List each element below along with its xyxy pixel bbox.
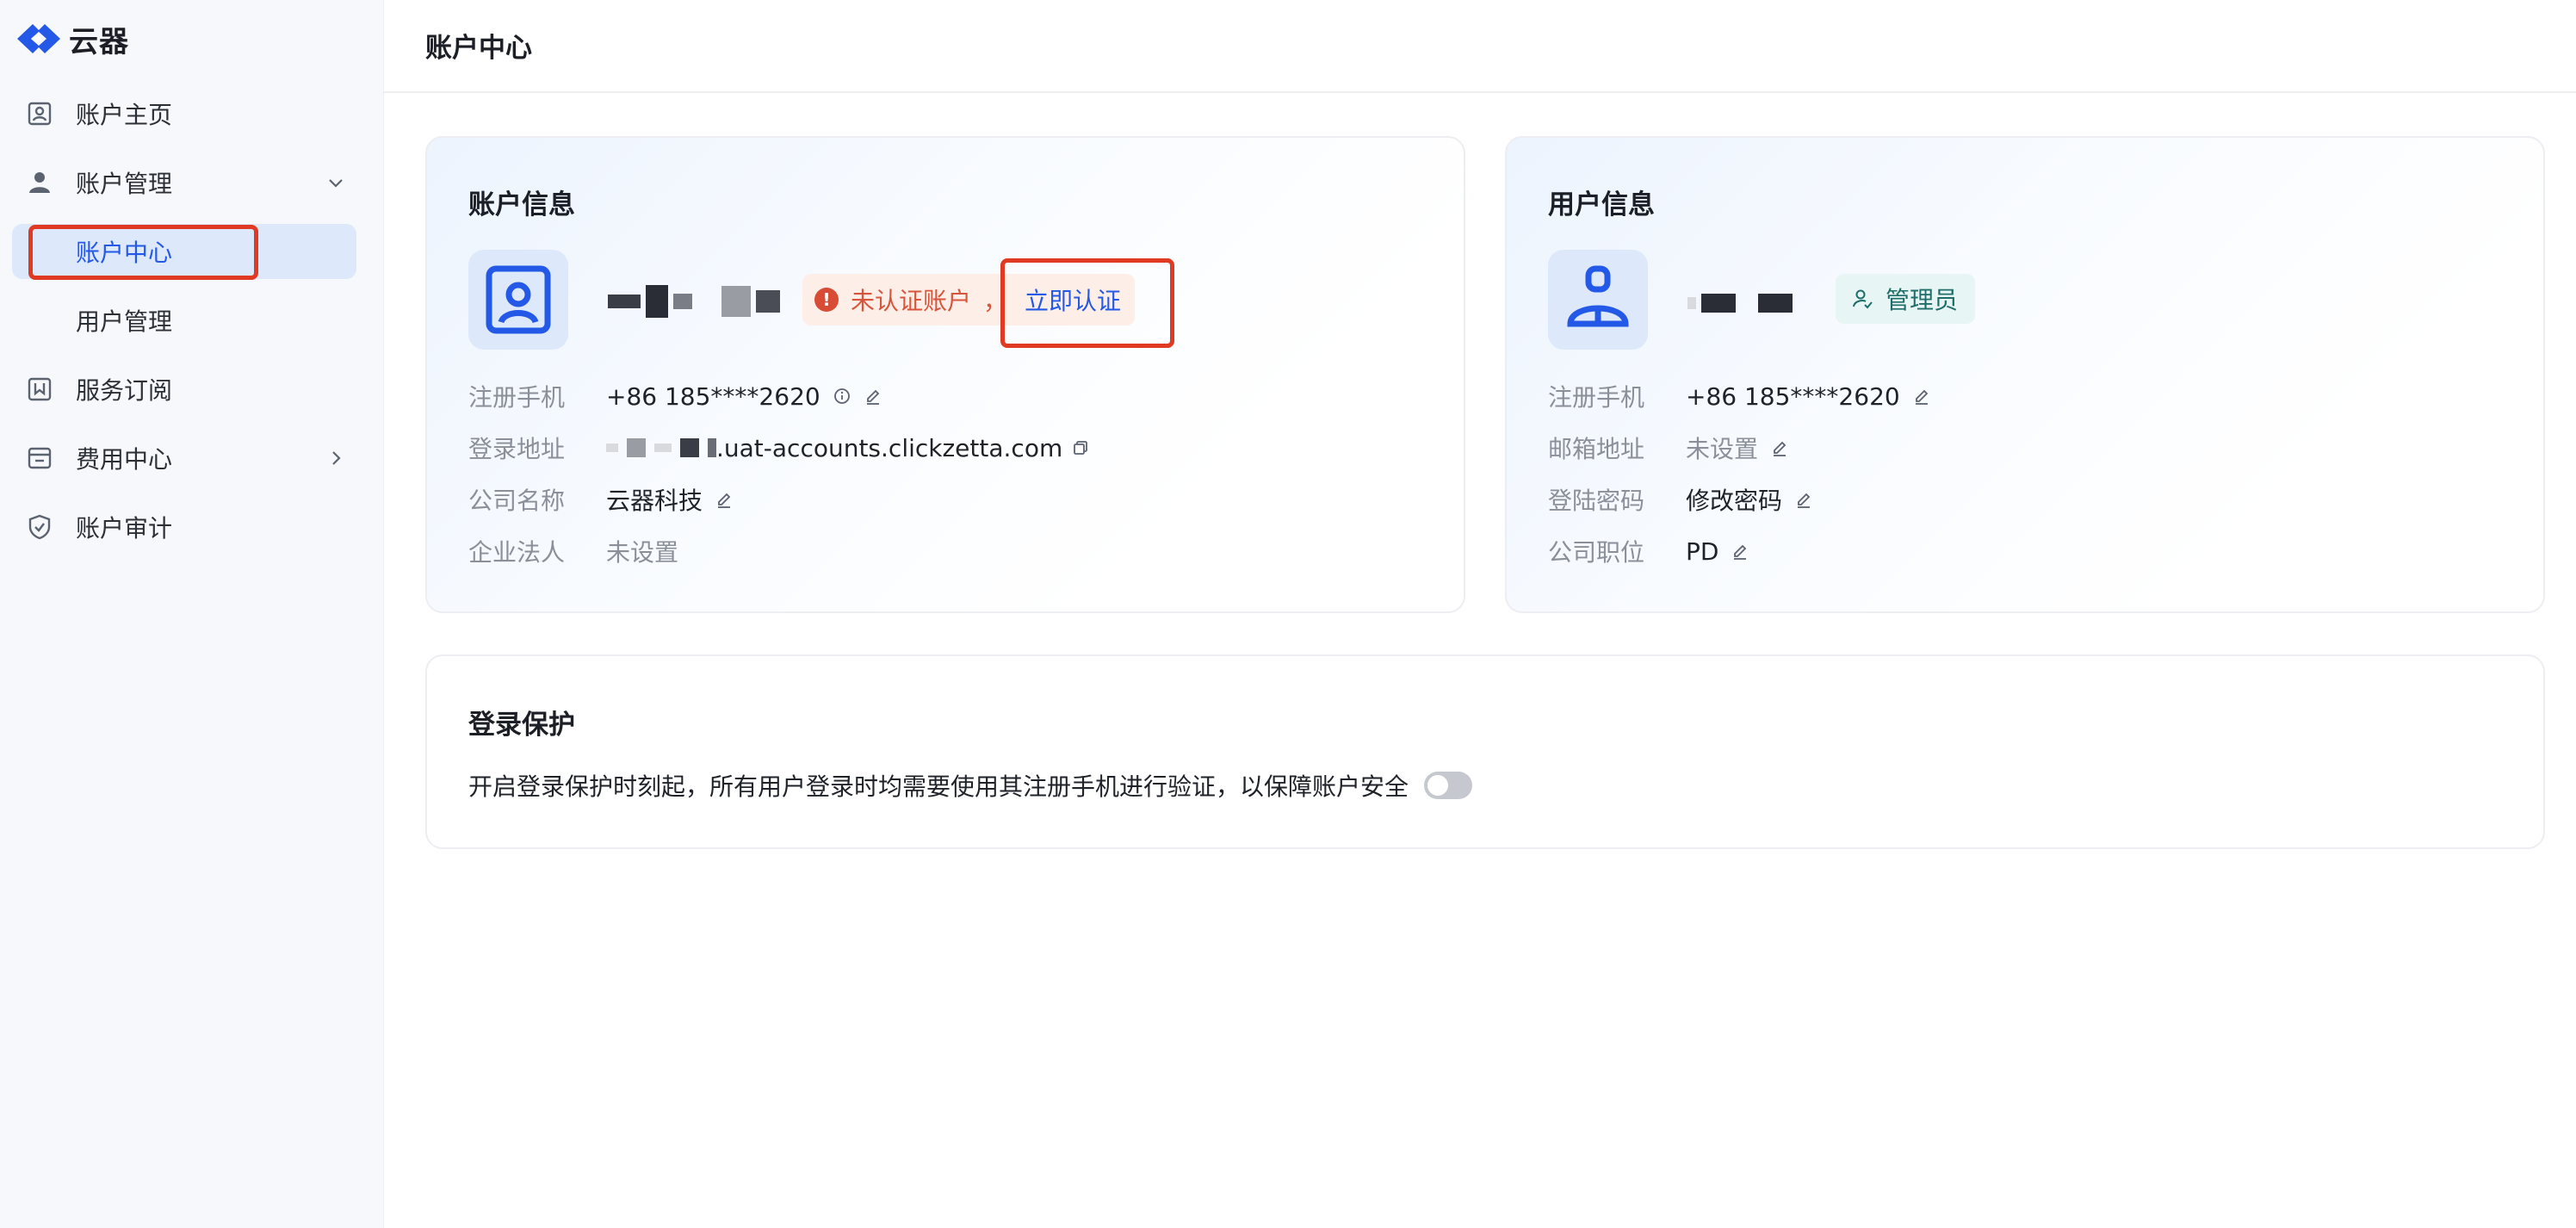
- sidebar-item-account-audit[interactable]: 账户审计: [0, 499, 384, 555]
- sidebar-item-account-management[interactable]: 账户管理: [0, 155, 384, 210]
- bookmark-card-icon: [28, 377, 52, 401]
- account-info-card: 账户信息 ! 未认证账户 ， 立即认证 注册手机 +86 185****2620…: [425, 136, 1465, 613]
- info-row-company-name: 公司名称 云器科技: [468, 482, 734, 517]
- edit-icon[interactable]: [1770, 438, 1789, 457]
- sidebar-item-account-home[interactable]: 账户主页: [0, 86, 384, 141]
- verify-now-link[interactable]: 立即认证: [1025, 282, 1121, 317]
- id-card-icon: [28, 102, 52, 126]
- sidebar-item-label: 账户主页: [76, 101, 173, 129]
- sidebar-nav: 账户主页 账户管理 账户中心 用户管理 服务订阅 费用中心 账户审计: [0, 86, 384, 568]
- unverified-label: 未认证账户: [851, 287, 972, 315]
- sidebar-item-label: 账户审计: [76, 514, 173, 543]
- info-value: +86 185****2620: [1686, 381, 1900, 411]
- address-redacted: [606, 438, 716, 457]
- warning-icon: !: [814, 288, 839, 312]
- info-value: +86 185****2620: [606, 381, 820, 411]
- info-label: 登录地址: [468, 435, 566, 463]
- info-row-position: 公司职位 PD: [1548, 534, 1749, 568]
- info-value: 未设置: [1686, 435, 1759, 463]
- chevron-down-icon: [329, 179, 343, 188]
- top-bar: 账户中心: [384, 0, 2576, 93]
- info-label: 登陆密码: [1548, 487, 1645, 515]
- info-label: 企业法人: [468, 538, 566, 567]
- separator: ，: [983, 287, 1008, 315]
- edit-icon[interactable]: [864, 387, 882, 406]
- account-info-title: 账户信息: [468, 189, 575, 220]
- change-password-link[interactable]: 修改密码: [1686, 482, 1782, 517]
- edit-icon[interactable]: [715, 490, 734, 509]
- info-row-phone: 注册手机 +86 185****2620: [468, 379, 882, 413]
- role-label: 管理员: [1886, 286, 1959, 314]
- info-value: 云器科技: [606, 487, 703, 515]
- user-name-redacted: [1687, 286, 1793, 320]
- edit-icon[interactable]: [1731, 542, 1749, 561]
- info-row-password: 登陆密码 修改密码: [1548, 482, 1813, 517]
- user-check-icon: [1853, 289, 1873, 309]
- shield-check-icon: [28, 514, 51, 540]
- info-row-email: 邮箱地址 未设置: [1548, 431, 1789, 465]
- login-protection-title: 登录保护: [468, 710, 575, 741]
- info-value: .uat-accounts.clickzetta.com: [716, 433, 1063, 462]
- account-id-icon: [486, 265, 551, 334]
- login-protection-toggle[interactable]: [1424, 772, 1473, 799]
- info-row-phone: 注册手机 +86 185****2620: [1548, 379, 1931, 413]
- copy-icon[interactable]: [1071, 438, 1090, 457]
- page-title: 账户中心: [425, 33, 532, 64]
- info-label: 邮箱地址: [1548, 435, 1645, 463]
- user-avatar-icon: [1567, 265, 1629, 327]
- account-avatar: [468, 250, 568, 350]
- sidebar: 云器 账户主页 账户管理 账户中心 用户管理 服务订阅 费用中心 账户审计: [0, 0, 384, 1228]
- info-row-login-address: 登录地址 .uat-accounts.clickzetta.com: [468, 431, 1090, 465]
- info-value: 未设置: [606, 538, 679, 567]
- user-avatar: [1548, 250, 1648, 350]
- user-info-title: 用户信息: [1548, 189, 1655, 220]
- info-row-legal-person: 企业法人 未设置: [468, 534, 678, 568]
- info-value: PD: [1686, 536, 1719, 566]
- sidebar-item-account-center[interactable]: 账户中心: [12, 224, 356, 279]
- info-icon[interactable]: [833, 387, 851, 406]
- info-label: 注册手机: [1548, 383, 1645, 412]
- account-name-redacted: [608, 284, 780, 319]
- sidebar-item-label: 服务订阅: [76, 376, 173, 405]
- info-label: 公司职位: [1548, 538, 1645, 567]
- brand-name: 云器: [69, 24, 129, 59]
- chevron-right-icon: [332, 451, 341, 465]
- verification-status-badge: ! 未认证账户 ， 立即认证: [802, 274, 1136, 326]
- user-info-card: 用户信息 管理员 注册手机 +86 185****2620 邮箱地址 未设置 登…: [1505, 136, 2545, 613]
- login-protection-description: 开启登录保护时刻起，所有用户登录时均需要使用其注册手机进行验证，以保障账户安全: [468, 772, 1409, 801]
- user-icon: [29, 172, 50, 193]
- sidebar-item-billing-center[interactable]: 费用中心: [0, 431, 384, 486]
- login-protection-card: 登录保护 开启登录保护时刻起，所有用户登录时均需要使用其注册手机进行验证，以保障…: [425, 654, 2545, 849]
- role-badge: 管理员: [1836, 274, 1976, 324]
- info-label: 注册手机: [468, 383, 566, 412]
- sidebar-item-user-management[interactable]: 用户管理: [0, 293, 384, 348]
- sidebar-item-label: 用户管理: [76, 307, 173, 336]
- edit-icon[interactable]: [1794, 490, 1813, 509]
- sidebar-item-label: 费用中心: [76, 445, 173, 474]
- sidebar-item-label: 账户中心: [76, 239, 173, 267]
- info-label: 公司名称: [468, 487, 566, 515]
- sidebar-item-label: 账户管理: [76, 170, 173, 198]
- brand-logo[interactable]: 云器: [14, 19, 129, 59]
- wallet-icon: [28, 447, 52, 469]
- sidebar-item-service-subscription[interactable]: 服务订阅: [0, 362, 384, 417]
- edit-icon[interactable]: [1912, 387, 1931, 406]
- main-content: 账户中心 账户信息 ! 未认证账户 ， 立即认证 注册手机 +86 185***…: [384, 0, 2576, 1228]
- logo-icon: [17, 24, 60, 53]
